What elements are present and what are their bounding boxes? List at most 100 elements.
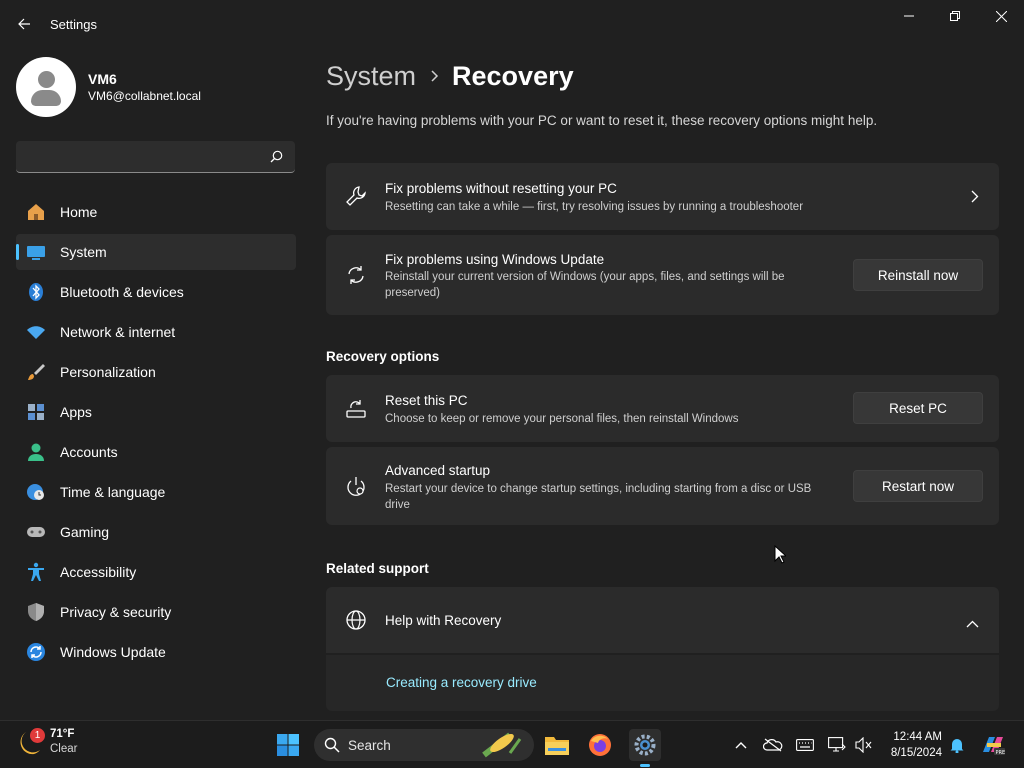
globe-clock-icon [26,482,46,502]
back-button[interactable] [10,10,38,38]
chevron-up-icon[interactable] [966,615,979,633]
sidebar-item-apps[interactable]: Apps [16,394,296,430]
mouse-cursor-icon [774,545,786,564]
accounts-icon [26,442,46,462]
sidebar-item-label: Apps [60,404,92,420]
globe-icon [344,608,368,632]
sidebar-item-network[interactable]: Network & internet [16,314,296,350]
chevron-right-icon [430,70,440,82]
reset-pc-button[interactable]: Reset PC [853,392,983,424]
start-button[interactable] [272,729,304,761]
sidebar-item-label: Privacy & security [60,604,172,620]
sidebar-item-bluetooth[interactable]: Bluetooth & devices [16,274,296,310]
sidebar-item-personalization[interactable]: Personalization [16,354,296,390]
bluetooth-icon [26,282,46,302]
restore-button[interactable] [932,0,978,32]
wrench-icon [344,184,368,208]
home-icon [26,202,46,222]
taskbar-clock[interactable]: 12:44 AM 8/15/2024 [880,729,942,761]
onedrive-tray[interactable] [763,735,783,755]
corn-icon [482,732,522,758]
fix-problems-windows-update-card: Fix problems using Windows Update Reinst… [326,235,999,315]
copilot-icon: PRE [983,737,1005,756]
profile-email: VM6@collabnet.local [88,89,201,103]
restart-now-button[interactable]: Restart now [853,470,983,502]
moon-icon: 1 [16,728,45,756]
file-explorer-icon [545,737,569,755]
sidebar-item-home[interactable]: Home [16,194,296,230]
sidebar-item-system[interactable]: System [16,234,296,270]
card-description: Choose to keep or remove your personal f… [385,413,739,425]
firefox-button[interactable] [584,729,616,761]
fix-problems-troubleshoot-card[interactable]: Fix problems without resetting your PC R… [326,163,999,230]
sidebar-item-label: Accounts [60,444,118,460]
settings-app-button[interactable] [629,729,661,767]
apps-icon [26,402,46,422]
weather-temperature: 71°F [50,728,75,740]
sidebar-item-label: System [60,244,107,260]
card-description: Resetting can take a while — first, try … [385,201,804,213]
title-bar: Settings [0,0,1024,48]
taskbar: 1 71°F Clear Search 12:44 AM 8/15/2024 P… [0,720,1024,768]
close-button[interactable] [978,0,1024,32]
notifications-button[interactable] [947,735,967,755]
sidebar-item-accessibility[interactable]: Accessibility [16,554,296,590]
avatar [16,57,76,117]
sidebar-item-accounts[interactable]: Accounts [16,434,296,470]
weather-badge: 1 [30,728,45,743]
keyboard-icon [796,739,814,751]
sidebar-item-windows-update[interactable]: Windows Update [16,634,296,670]
user-profile[interactable]: VM6 VM6@collabnet.local [16,57,201,117]
chevron-right-icon [971,190,979,208]
creating-recovery-drive-link[interactable]: Creating a recovery drive [386,675,537,690]
minimize-icon [904,15,914,17]
onedrive-icon [763,738,783,752]
shield-icon [26,602,46,622]
volume-tray[interactable] [854,735,874,755]
card-title: Reset this PC [385,393,468,408]
search-icon[interactable] [270,150,283,163]
search-input[interactable] [16,141,256,171]
help-with-recovery-content: Creating a recovery drive [326,655,999,711]
card-title: Advanced startup [385,463,491,478]
sidebar-item-label: Time & language [60,484,166,500]
sidebar-item-time-language[interactable]: Time & language [16,474,296,510]
settings-search [16,141,295,173]
volume-muted-icon [855,737,872,753]
page-description: If you're having problems with your PC o… [326,113,878,128]
chevron-up-icon [735,742,747,749]
breadcrumb: System Recovery [326,58,574,94]
taskbar-search[interactable]: Search [314,729,534,761]
file-explorer-button[interactable] [541,729,573,761]
clock-date: 8/15/2024 [890,747,942,759]
card-description: Reinstall your current version of Window… [385,271,785,299]
refresh-icon [344,263,368,287]
wifi-icon [26,322,46,342]
show-hidden-icons-button[interactable] [731,735,751,755]
minimize-button[interactable] [886,0,932,32]
windows-update-icon [26,642,46,662]
weather-condition: Clear [50,743,78,755]
reinstall-now-button[interactable]: Reinstall now [853,259,983,291]
card-title: Help with Recovery [385,613,502,628]
sidebar-item-privacy[interactable]: Privacy & security [16,594,296,630]
reset-pc-icon [344,397,368,421]
keyboard-tray[interactable] [795,735,815,755]
weather-widget[interactable]: 1 71°F Clear [16,727,77,757]
sidebar-item-label: Windows Update [60,644,166,660]
breadcrumb-parent[interactable]: System [326,61,416,92]
brush-icon [26,362,46,382]
advanced-startup-icon [344,475,368,499]
gamepad-icon [26,522,46,542]
card-title: Fix problems without resetting your PC [385,181,617,196]
display-tray[interactable] [827,735,847,755]
clock-time: 12:44 AM [893,731,942,743]
back-arrow-icon [18,18,30,30]
sidebar-nav: Home System Bluetooth & devices Network … [16,194,296,674]
sidebar-item-gaming[interactable]: Gaming [16,514,296,550]
copilot-button[interactable]: PRE [980,735,1006,756]
advanced-startup-card: Advanced startup Restart your device to … [326,447,999,525]
help-with-recovery-expander[interactable]: Help with Recovery [326,587,999,653]
section-title-recovery-options: Recovery options [326,349,440,364]
system-icon [26,242,46,262]
